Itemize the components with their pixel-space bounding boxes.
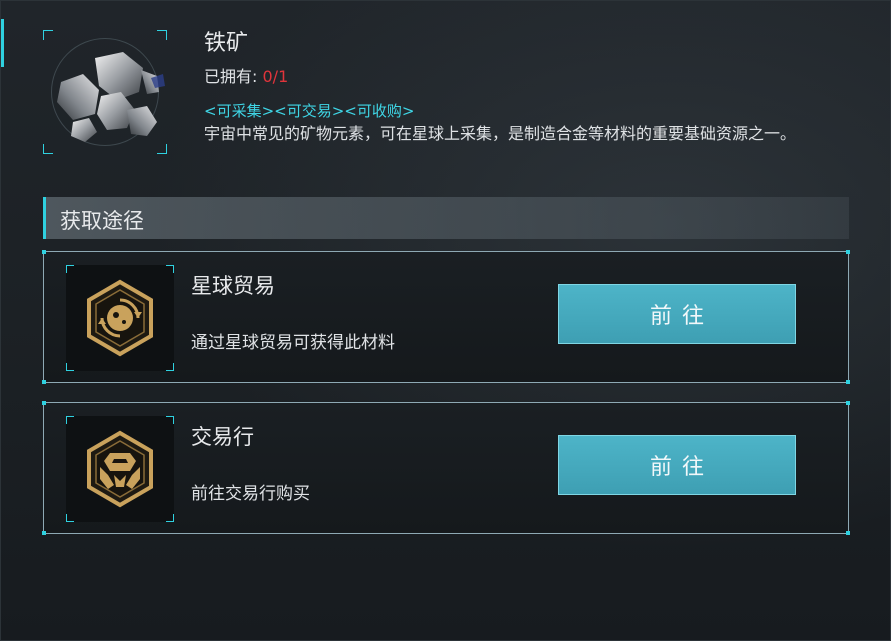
go-planet-trade-button[interactable]: 前往 <box>558 284 796 344</box>
exchange-icon <box>87 430 153 508</box>
source-card-exchange: 交易行 前往交易行购买 前往 <box>42 401 850 535</box>
source-description: 前往交易行购买 <box>191 484 310 504</box>
owned-count-text: 已拥有: 0/1 <box>204 63 288 87</box>
item-detail-panel: 铁矿 已拥有: 0/1 <可采集><可交易><可收购> 宇宙中常见的矿物元素，可… <box>0 0 891 641</box>
source-icon-box <box>66 416 174 522</box>
item-description: 宇宙中常见的矿物元素，可在星球上采集，是制造合金等材料的重要基础资源之一。 <box>204 124 797 143</box>
section-title: 获取途径 <box>60 209 144 233</box>
owned-count: 0/1 <box>262 67 289 86</box>
item-icon-frame <box>43 30 167 154</box>
planet-trade-icon <box>87 279 153 357</box>
source-card-planet-trade: 星球贸易 通过星球贸易可获得此材料 前往 <box>42 250 850 384</box>
acquisition-section-header: 获取途径 <box>43 197 849 239</box>
item-tags: <可采集><可交易><可收购> <box>204 102 415 120</box>
go-exchange-button[interactable]: 前往 <box>558 435 796 495</box>
panel-accent-bar <box>1 19 4 67</box>
owned-label: 已拥有: <box>204 67 258 86</box>
source-title: 交易行 <box>191 425 254 449</box>
iron-ore-icon <box>57 52 165 142</box>
source-icon-box <box>66 265 174 371</box>
item-name: 铁矿 <box>204 31 249 56</box>
source-description: 通过星球贸易可获得此材料 <box>191 333 395 353</box>
source-title: 星球贸易 <box>191 274 275 298</box>
